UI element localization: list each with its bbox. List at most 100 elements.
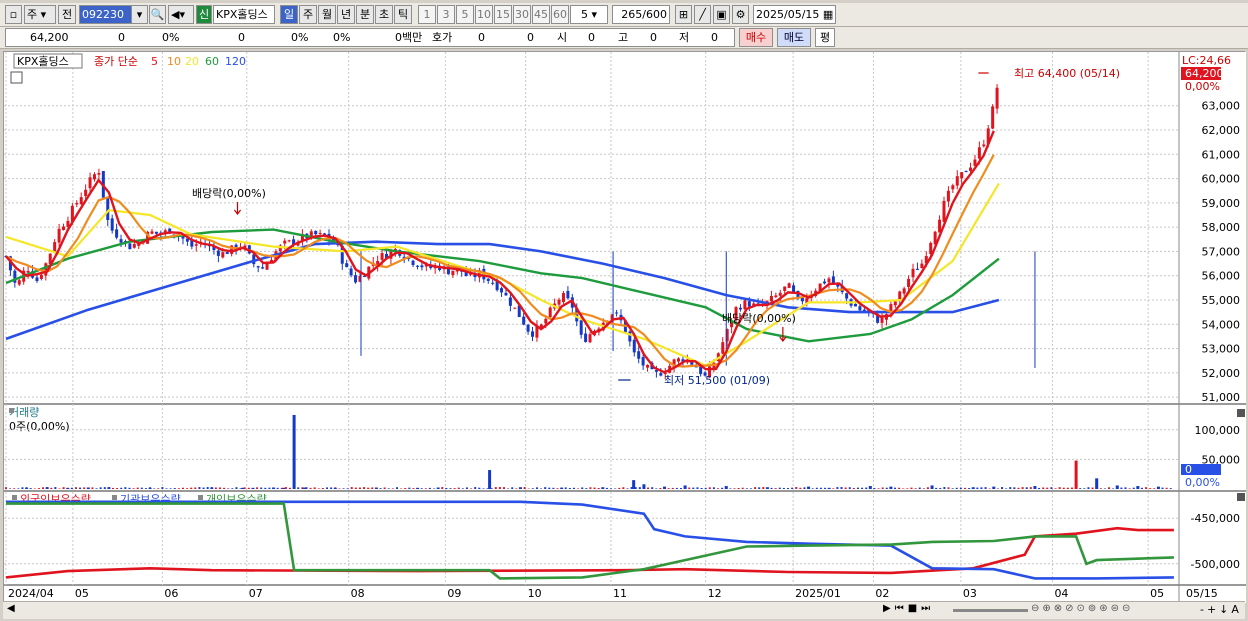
quote-pct2: 0% [333,31,351,44]
candle-body-18 [84,189,88,196]
vol-bar-392 [408,487,411,489]
scroll-left-icon[interactable]: ◀ [7,603,15,614]
x-label-10: 02 [875,587,889,600]
interval-button-5[interactable]: 5 [456,5,474,24]
vol-bar-440 [457,487,460,489]
x-label-5: 09 [447,587,461,600]
vol-bar-1056 [1091,487,1094,489]
candle-type-icon[interactable]: ⊞ [675,5,692,24]
candle-body-94 [420,265,424,268]
date-field[interactable]: 2025/05/15 ▦ [753,5,836,24]
period-tab-3[interactable]: 년 [337,5,355,24]
sell-button[interactable]: 매도 [777,28,811,47]
prev-button[interactable]: 전 [58,5,76,24]
candle-body-216 [960,172,964,179]
candle-body-59 [265,263,269,270]
holding-line-2 [6,502,1174,580]
vol-bar-616 [638,487,641,489]
vol-bar-332 [346,488,349,489]
zoom-controls-icon[interactable]: -+↓A [1200,603,1242,616]
vol-spike-8 [251,487,255,489]
period-tab-6[interactable]: 틱 [394,5,412,24]
candle-body-185 [823,281,827,284]
vol-bar-168 [177,488,180,489]
dividend-annotation-1: 배당락(0,00%) [192,187,266,200]
candle-body-3 [17,280,21,285]
vol-bar-1108 [1145,487,1148,489]
candle-body-5 [26,270,30,273]
vol-bar-248 [260,487,263,489]
vol-bar-216 [227,488,230,489]
gear-icon[interactable]: ⚙ [732,5,749,24]
search-icon[interactable]: 🔍 [149,5,166,24]
candle-body-17 [79,197,83,205]
line-tool-icon[interactable]: ╱ [694,5,711,24]
vol-bar-196 [206,487,209,489]
vol-bar-572 [593,487,596,489]
volume-dot-icon [9,408,14,413]
sound-icon[interactable]: ◀▾ [168,5,194,24]
interval-input[interactable]: 5 ▾ [570,5,608,24]
vol-spike-19 [560,487,564,489]
vol-spike-7 [241,487,245,489]
playback-controls-icon[interactable]: ▶⏮■⏭ [883,603,934,614]
x-label-8: 12 [708,587,722,600]
interval-button-45[interactable]: 45 [532,5,550,24]
vol-bar-764 [791,487,794,489]
period-tab-2[interactable]: 월 [318,5,336,24]
window-icon[interactable]: ▫ [5,5,22,24]
candle-body-204 [907,278,911,287]
vol-spike-2 [66,487,70,489]
buy-button[interactable]: 매수 [739,28,773,47]
interval-button-30[interactable]: 30 [513,5,531,24]
period-tab-5[interactable]: 초 [375,5,393,24]
vol-bar-164 [173,488,176,489]
quote-volume: 0 [238,31,245,44]
code-dropdown-icon[interactable]: ▾ [131,5,148,24]
interval-button-10[interactable]: 10 [475,5,493,24]
vol-bar-504 [523,487,526,489]
period-tab-1[interactable]: 주 [299,5,317,24]
x-label-7: 11 [613,587,627,600]
interval-button-60[interactable]: 60 [551,5,569,24]
count-field[interactable]: 265/600 [612,5,670,24]
vol-spike-23 [663,486,667,489]
vol-bar-252 [264,487,267,489]
vol-last-pct: 0,00% [1185,476,1220,489]
chart-area[interactable]: 51,000 52,000 53,000 54,000 55,000 56,000 57,0… [3,51,1246,603]
candle-body-26 [119,239,123,243]
x-label-6: 10 [528,587,542,600]
quote-price: 64,200 [30,31,69,44]
low-value: 0 [711,31,718,44]
vol-bar-48 [54,487,57,489]
vol-bar-520 [540,488,543,489]
vol-bar-68 [74,487,77,489]
vol-bar-476 [494,487,497,489]
bottom-scrollbar[interactable]: ◀ ▶⏮■⏭ ⊖⊕⊗⊘⊙⊚⊛⊜⊝ -+↓A [3,601,1245,619]
save-icon[interactable]: ▣ [713,5,730,24]
market-type-select[interactable]: 주 ▾ [24,5,56,24]
zoom-slider[interactable] [953,609,1028,612]
vol-bar-876 [906,488,909,489]
candle-body-213 [946,190,950,202]
vol-bar-652 [675,487,678,489]
vol-bar-668 [692,487,695,489]
vol-bar-920 [951,488,954,489]
vol-bar-1024 [1058,487,1061,489]
tool-icons[interactable]: ⊖⊕⊗⊘⊙⊚⊛⊜⊝ [1031,603,1133,614]
period-tab-4[interactable]: 분 [356,5,374,24]
x-label-1: 05 [75,587,89,600]
vol-bar-308 [321,488,324,489]
eval-button[interactable]: 평 [815,28,835,47]
candle-body-110 [491,282,495,284]
new-badge[interactable]: 신 [196,5,212,24]
stock-name-field[interactable]: KPX홀딩스 [213,5,275,24]
vol-bar-896 [926,487,929,489]
interval-button-15[interactable]: 15 [494,5,512,24]
candle-body-138 [615,312,619,314]
candle-body-34 [154,231,158,234]
interval-button-3[interactable]: 3 [437,5,455,24]
vol-bar-1052 [1087,487,1090,489]
period-tab-0[interactable]: 일 [280,5,298,24]
interval-button-1[interactable]: 1 [418,5,436,24]
